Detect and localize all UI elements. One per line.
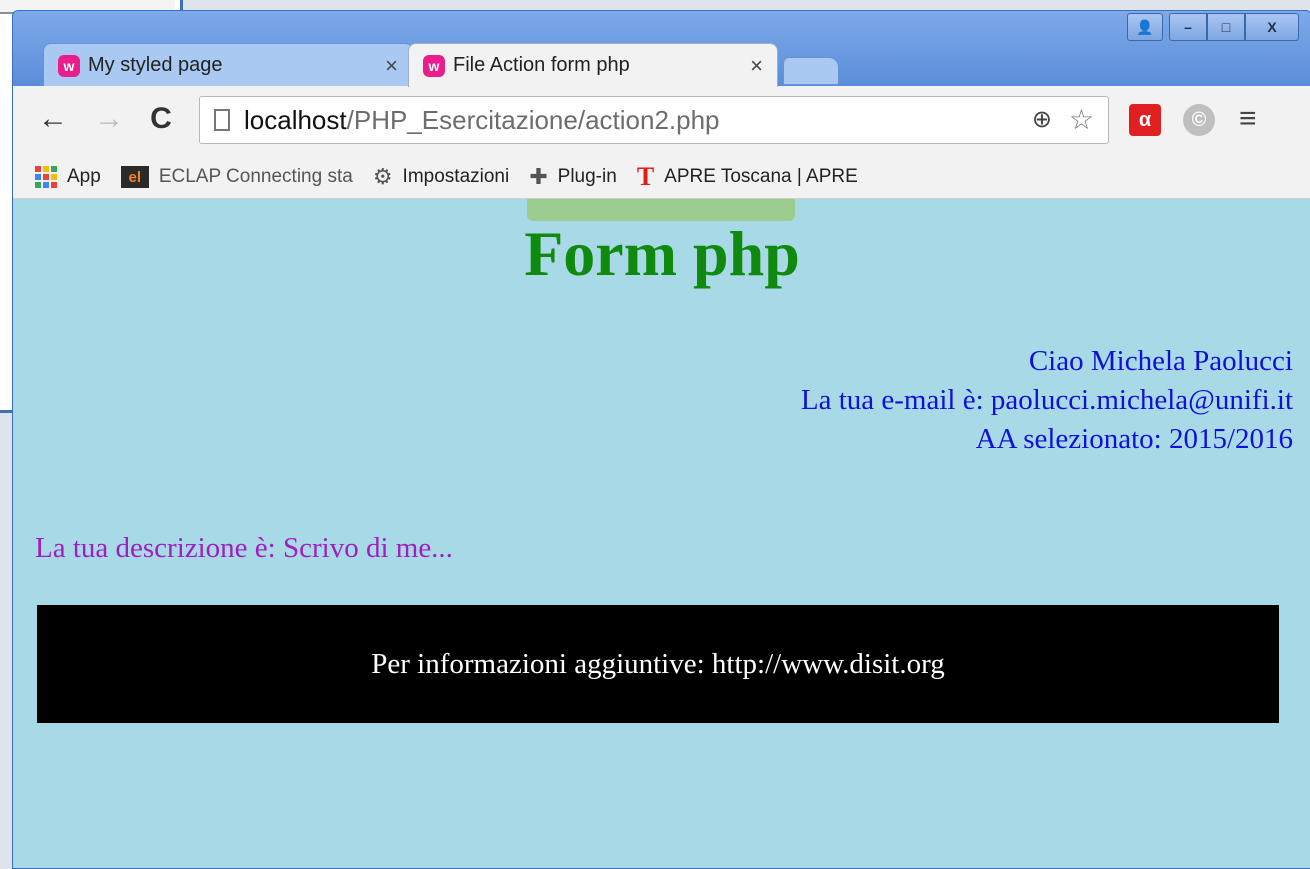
page-icon (214, 109, 230, 131)
maximize-button[interactable]: □ (1207, 13, 1245, 41)
minimize-icon: – (1184, 19, 1192, 35)
tab-my-styled-page[interactable]: w My styled page × (43, 43, 413, 87)
tab-close-icon[interactable]: × (750, 53, 763, 79)
tab-title: My styled page (88, 54, 223, 76)
zoom-icon[interactable]: ⊕ (1032, 105, 1052, 134)
window-button-group: – □ X (1169, 13, 1299, 41)
close-icon: X (1267, 19, 1277, 35)
url-path: /PHP_Esercitazione/action2.php (346, 104, 720, 135)
tab-title: File Action form php (453, 54, 630, 76)
bookmark-label: App (67, 166, 101, 187)
user-icon: 👤 (1136, 18, 1154, 35)
reload-button[interactable]: C (143, 102, 179, 136)
greeting-email: La tua e-mail è: paolucci.michela@unifi.… (800, 384, 1293, 416)
bookmark-app[interactable]: App (35, 166, 101, 188)
tab-file-action-form[interactable]: w File Action form php × (408, 43, 778, 87)
puzzle-icon: ✚ (529, 164, 548, 189)
wamp-favicon-icon: w (58, 55, 80, 77)
browser-window: 👤 – □ X w My styled page × w File Action… (12, 10, 1310, 869)
greeting-block: Ciao Michela Paolucci La tua e-mail è: p… (801, 342, 1293, 459)
bookmarks-bar: App el ECLAP Connecting sta ⚙ Impostazio… (13, 156, 1310, 199)
browser-toolbar: ← → C localhost/PHP_Esercitazione/action… (13, 86, 1310, 156)
user-profile-button[interactable]: 👤 (1127, 13, 1163, 41)
address-bar[interactable]: localhost/PHP_Esercitazione/action2.php … (199, 96, 1109, 144)
url-host: localhost (244, 104, 347, 135)
bookmark-star-icon[interactable]: ☆ (1069, 103, 1094, 136)
eclap-icon: el (120, 166, 149, 188)
bookmark-plugin[interactable]: ✚ Plug-in (529, 164, 617, 190)
bookmark-label: APRE Toscana | APRE (664, 166, 858, 187)
description-text: La tua descrizione è: Scrivo di me... (35, 532, 453, 564)
maximize-icon: □ (1221, 19, 1231, 35)
new-tab-button[interactable] (783, 57, 839, 85)
apps-grid-icon (35, 166, 57, 188)
minimize-button[interactable]: – (1169, 13, 1207, 41)
bookmark-label: ECLAP Connecting sta (158, 166, 353, 187)
bookmark-eclap[interactable]: el ECLAP Connecting sta (120, 166, 353, 188)
footer-info-box: Per informazioni aggiuntive: http://www.… (37, 605, 1279, 723)
page-title: Form php (524, 218, 800, 289)
page-content: Form php Ciao Michela Paolucci La tua e-… (13, 199, 1310, 868)
extension-icon[interactable]: © (1183, 104, 1215, 136)
close-window-button[interactable]: X (1245, 13, 1299, 41)
bookmark-impostazioni[interactable]: ⚙ Impostazioni (373, 164, 509, 190)
footer-text: Per informazioni aggiuntive: http://www.… (371, 647, 945, 680)
gear-icon: ⚙ (372, 164, 393, 189)
bookmark-label: Plug-in (557, 166, 617, 187)
bookmark-label: Impostazioni (402, 166, 510, 187)
greeting-name: Ciao Michela Paolucci (1028, 345, 1293, 377)
apre-icon: T (636, 162, 655, 191)
tab-close-icon[interactable]: × (385, 53, 398, 79)
bookmark-apre[interactable]: T APRE Toscana | APRE (637, 162, 858, 192)
menu-icon[interactable]: ≡ (1239, 102, 1257, 136)
greeting-academic-year: AA selezionato: 2015/2016 (975, 423, 1293, 455)
avira-extension-icon[interactable]: α (1129, 104, 1161, 136)
window-controls: 👤 – □ X (1127, 13, 1299, 41)
forward-button[interactable]: → (91, 102, 127, 136)
back-button[interactable]: ← (35, 102, 71, 136)
wamp-favicon-icon: w (423, 55, 445, 77)
